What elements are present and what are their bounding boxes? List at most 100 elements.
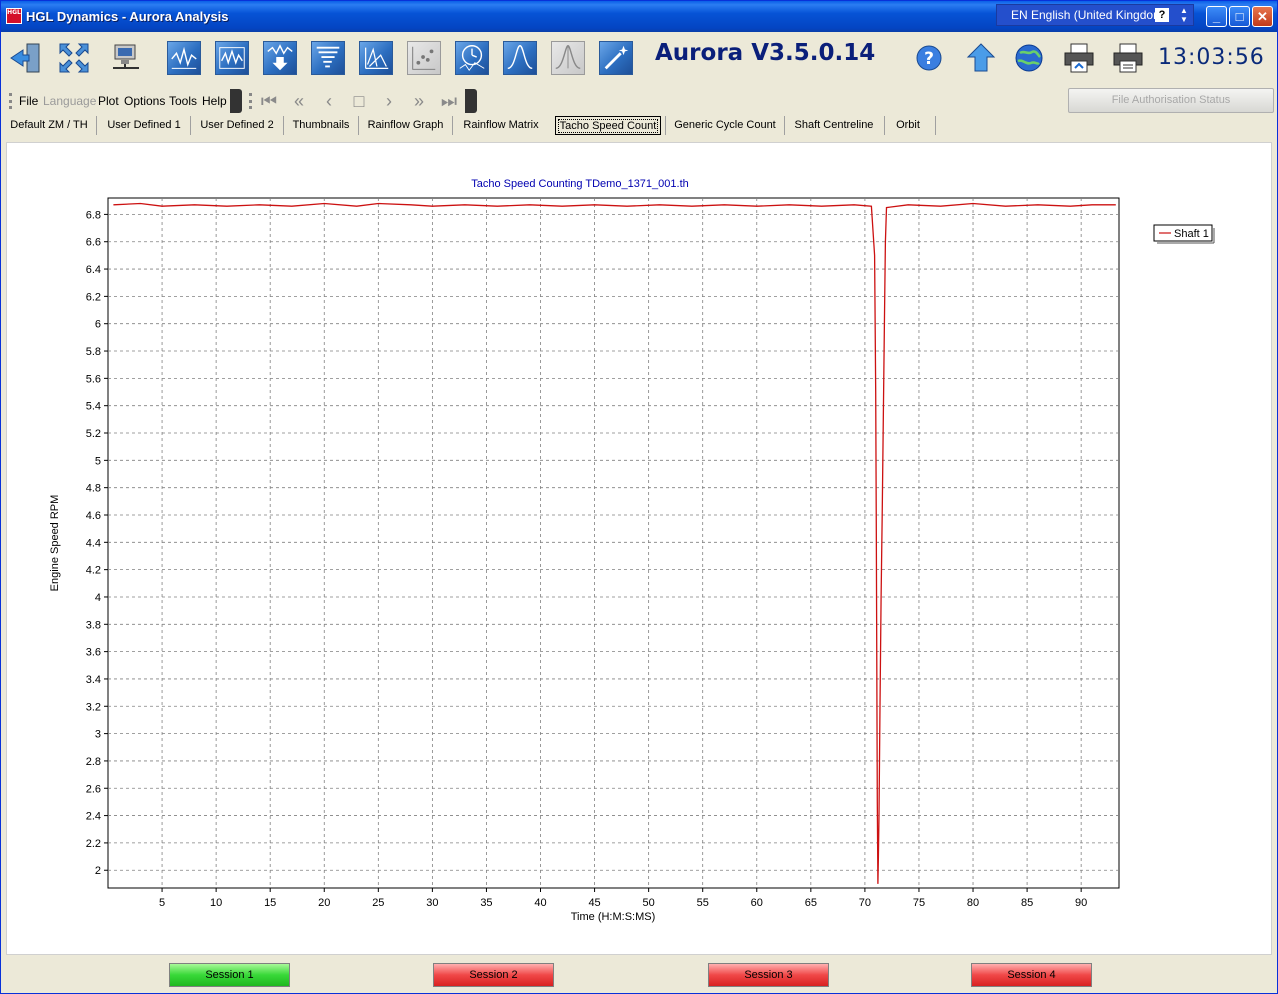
y-tick-label: 4.2 [86,565,101,577]
tab-shaft-centreline[interactable]: Shaft Centreline [788,116,880,135]
y-tick-label: 4.8 [86,483,101,495]
x-tick-label: 60 [751,897,763,909]
x-tick-label: 40 [534,897,546,909]
stop-icon: □ [353,91,365,111]
tab-rainflow-graph[interactable]: Rainflow Graph [362,116,449,135]
menu-plot[interactable]: Plot [98,94,119,108]
minimize-button[interactable]: _ [1206,6,1227,27]
title-bar[interactable]: HGL HGL Dynamics - Aurora Analysis EN En… [1,1,1277,32]
y-tick-label: 4 [95,592,101,604]
print-button[interactable] [1062,41,1096,75]
y-tick-label: 6 [95,319,101,331]
exit-button[interactable] [9,41,43,75]
nav-back-button[interactable]: ‹ [315,90,343,112]
tab-thumbnails[interactable]: Thumbnails [287,116,355,135]
network-button[interactable] [109,41,143,75]
nav-stop-button[interactable]: □ [345,90,373,112]
tab-default-zm-th[interactable]: Default ZM / TH [5,116,93,135]
globe-icon [1015,44,1043,72]
tab-tacho-speed-count[interactable]: Tacho Speed Count [555,116,661,135]
x-tick-label: 50 [643,897,655,909]
x-tick-label: 5 [159,897,165,909]
magic-wand-button[interactable] [599,41,633,75]
y-tick-label: 5.4 [86,401,101,413]
menu-file[interactable]: File [19,94,38,108]
session-3-button[interactable]: Session 3 [708,963,829,987]
session-2-button[interactable]: Session 2 [433,963,554,987]
menu-options[interactable]: Options [124,94,165,108]
session-1-button[interactable]: Session 1 [169,963,290,987]
nav-fast-forward-button[interactable]: » [405,90,433,112]
y-tick-label: 5.2 [86,428,101,440]
tab-user-defined-2[interactable]: User Defined 2 [194,116,280,135]
globe-button[interactable] [1012,41,1046,75]
tab-separator [283,116,284,135]
waveform-button[interactable] [167,41,201,75]
plot-area[interactable] [107,197,1120,889]
fullscreen-button[interactable] [57,41,91,75]
clock-wave-button[interactable] [455,41,489,75]
chart-title: Tacho Speed Counting TDemo_1371_001.th [471,178,689,190]
y-tick-label: 5 [95,455,101,467]
tab-separator [784,116,785,135]
clock-display: 13:03:56 [1158,45,1265,70]
x-tick-label: 30 [426,897,438,909]
x-tick-label: 65 [805,897,817,909]
fast-back-icon: « [293,91,304,111]
x-axis-label: Time (H:M:S:MS) [571,911,656,923]
tab-orbit[interactable]: Orbit [888,116,928,135]
scatter-button[interactable] [407,41,441,75]
clock-wave-icon [459,45,485,72]
y-tick-label: 3.2 [86,701,101,713]
tacho-speed-chart[interactable]: Tacho Speed Counting TDemo_1371_001.th 2… [7,143,1271,954]
waterfall-button[interactable] [359,41,393,75]
y-tick-label: 4.6 [86,510,101,522]
nav-grip-icon[interactable] [249,93,252,109]
tab-generic-cycle-count[interactable]: Generic Cycle Count [669,116,781,135]
menu-grip-icon[interactable] [9,93,12,109]
tab-separator [96,116,97,135]
skip-forward-icon: ⏭ [440,91,458,111]
x-tick-label: 55 [697,897,709,909]
x-tick-label: 25 [372,897,384,909]
session-4-button[interactable]: Session 4 [971,963,1092,987]
peak-icon [507,45,533,70]
upload-button[interactable] [964,41,998,75]
language-spin-icon[interactable]: ▲ ▼ [1180,6,1188,24]
close-button[interactable]: ✕ [1252,6,1273,27]
tab-separator [665,116,666,135]
y-tick-label: 6.6 [86,237,101,249]
chart-legend[interactable]: Shaft 1 [1153,224,1215,244]
version-label: Aurora V3.5.0.14 [655,40,876,66]
print-preview-button[interactable] [1111,41,1145,75]
spectrum-button[interactable] [215,41,249,75]
fast-forward-icon: » [413,91,424,111]
x-tick-label: 10 [210,897,222,909]
language-selector[interactable]: EN English (United Kingdom) ? ▲ ▼ [996,4,1194,26]
nav-overflow-icon[interactable] [465,89,477,113]
x-tick-label: 80 [967,897,979,909]
network-icon [113,44,139,69]
x-axis-ticks: 5 10 15 20 25 30 35 40 45 50 55 60 65 70 75 80 85 90 [159,888,1087,909]
tab-rainflow-matrix[interactable]: Rainflow Matrix [456,116,546,135]
menu-tools[interactable]: Tools [169,94,197,108]
tornado-button[interactable] [311,41,345,75]
download-wave-button[interactable] [263,41,297,75]
nav-first-button[interactable]: ⏮ [255,90,283,112]
menu-overflow-icon[interactable] [230,89,242,113]
peak-button[interactable] [503,41,537,75]
tab-separator [884,116,885,135]
maximize-button[interactable]: □ [1229,6,1250,27]
menu-help[interactable]: Help [202,94,227,108]
y-tick-label: 2 [95,865,101,877]
tab-user-defined-1[interactable]: User Defined 1 [101,116,187,135]
nav-forward-button[interactable]: › [375,90,403,112]
bell-curve-button[interactable] [551,41,585,75]
language-help-icon[interactable]: ? [1155,8,1169,22]
nav-fast-back-button[interactable]: « [285,90,313,112]
y-tick-label: 5.8 [86,346,101,358]
legend-label: Shaft 1 [1174,228,1209,240]
nav-last-button[interactable]: ⏭ [435,90,463,112]
help-button[interactable]: ? [912,41,946,75]
menu-language: Language [43,94,97,108]
